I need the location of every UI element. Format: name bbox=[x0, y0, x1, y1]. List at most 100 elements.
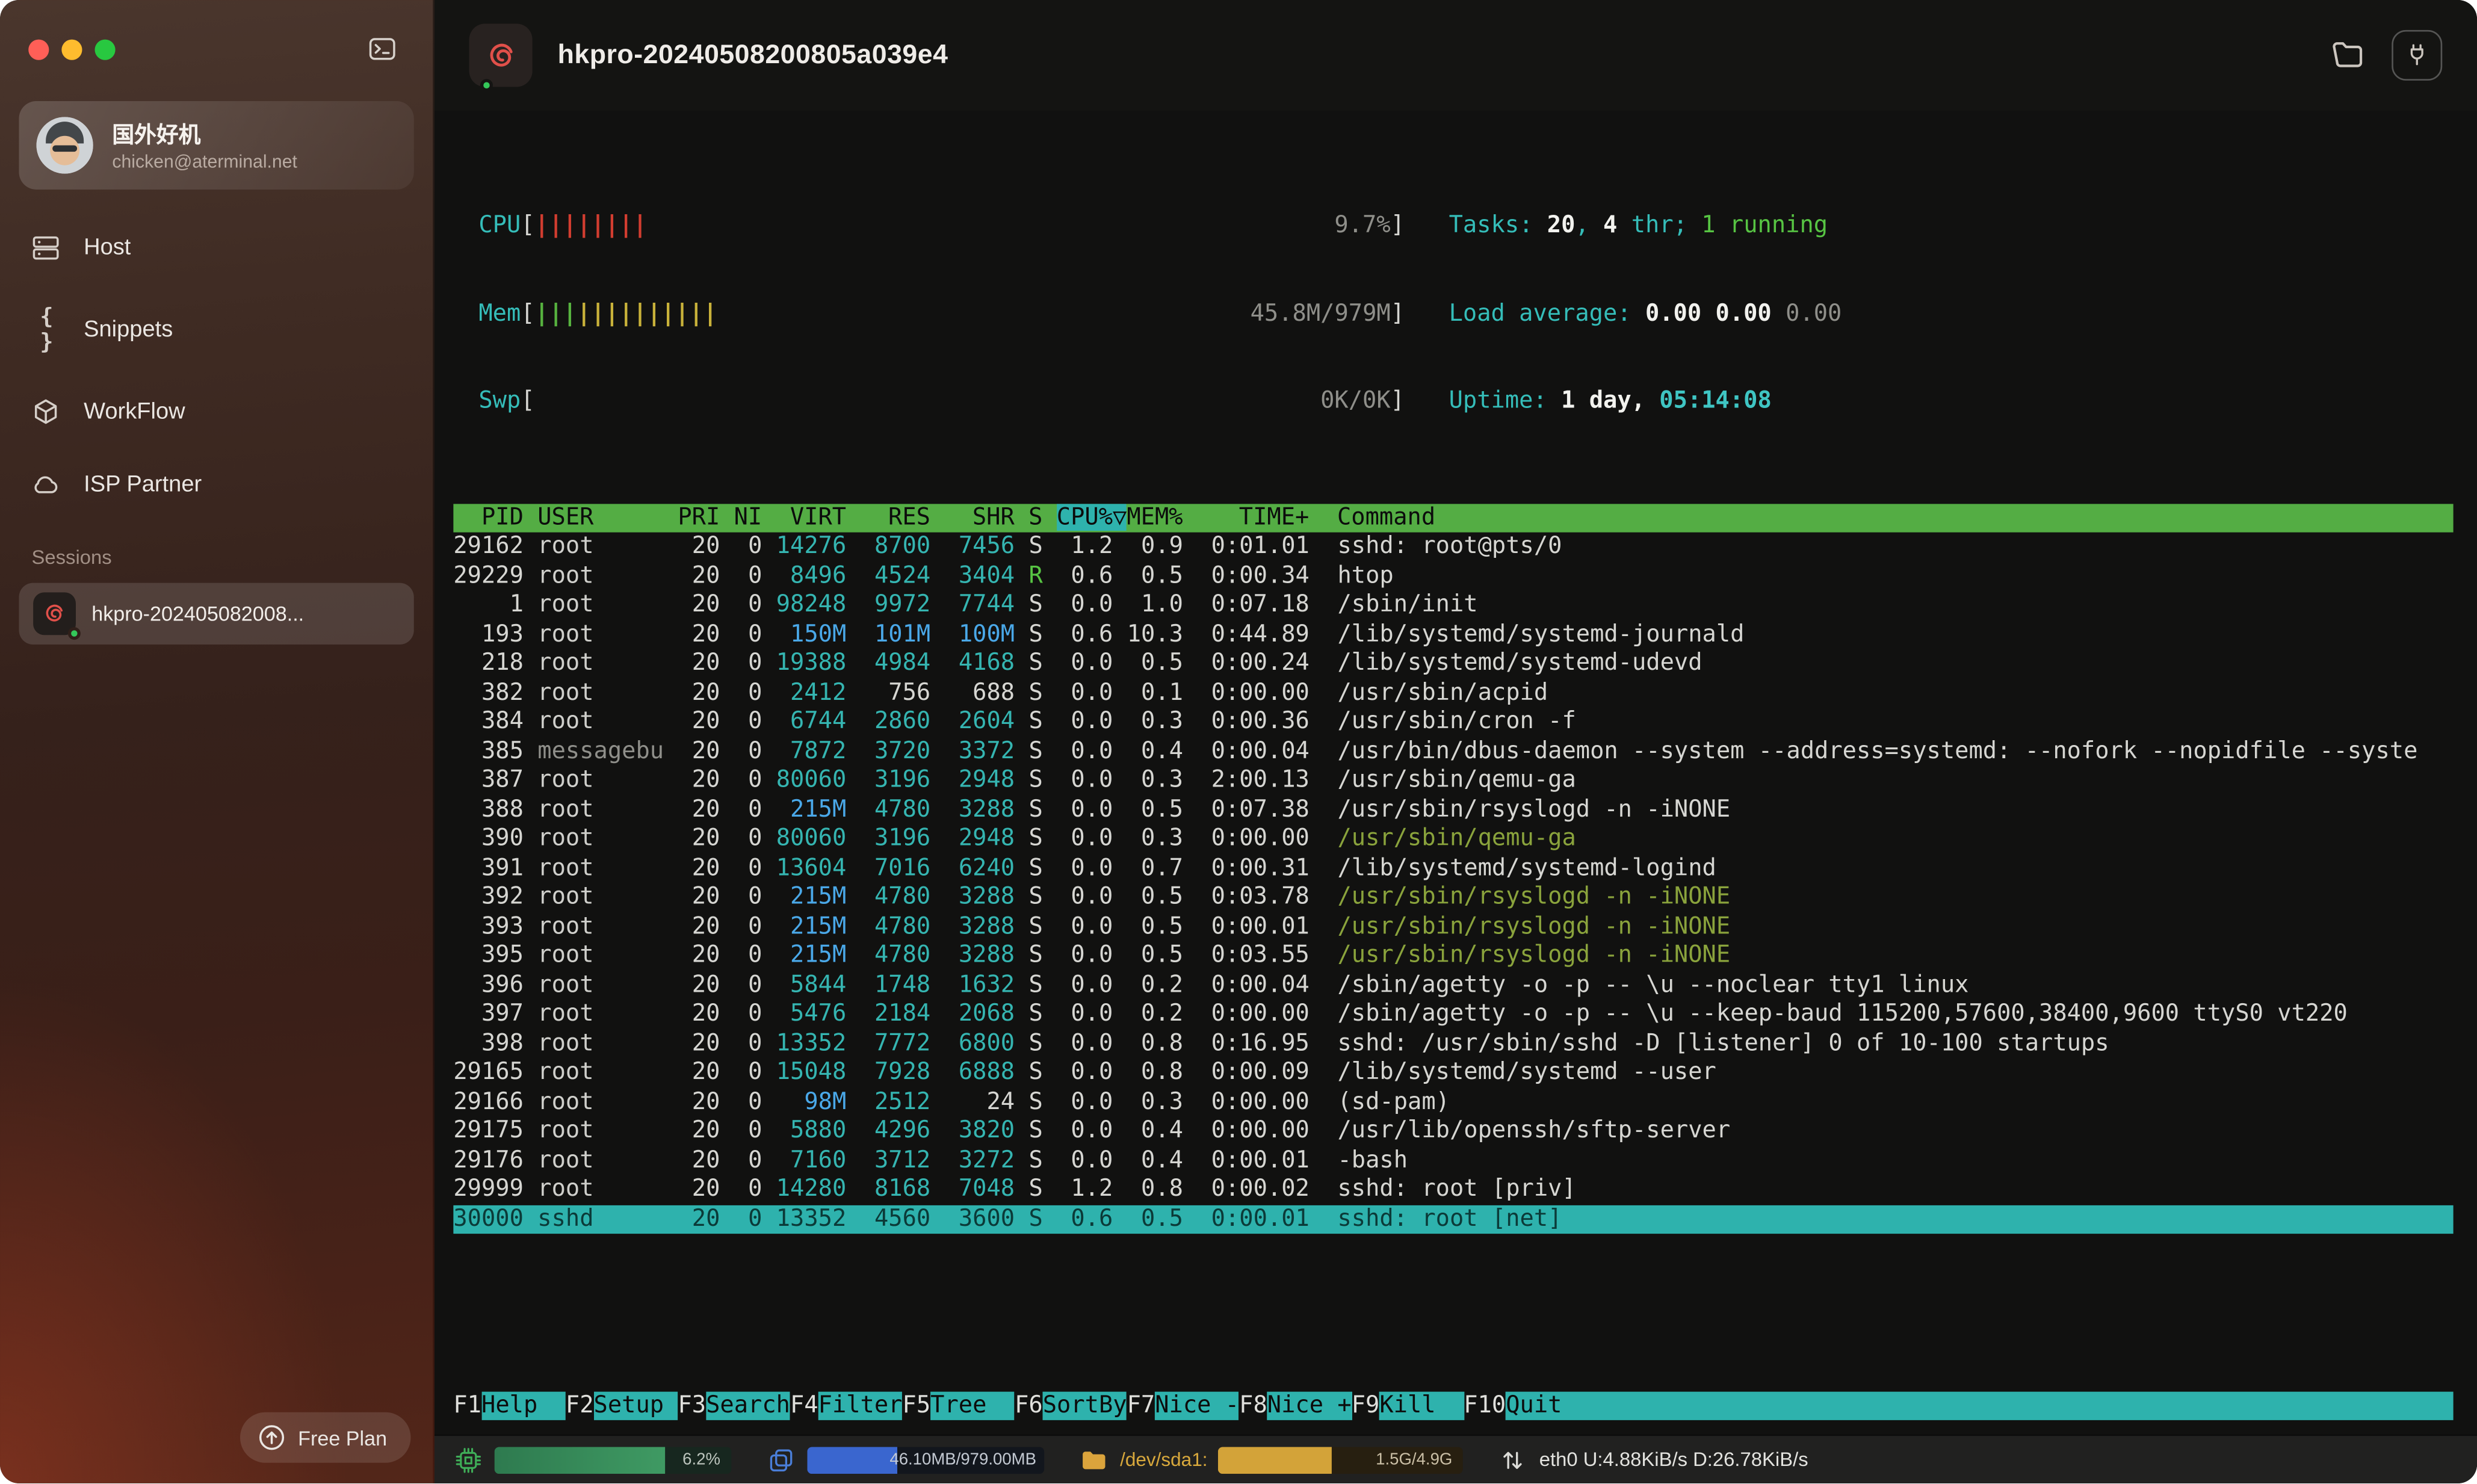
cpu-chip-icon bbox=[453, 1445, 483, 1476]
plan-row: Free Plan bbox=[0, 1413, 433, 1484]
process-row[interactable]: 218 root 20 0 19388 4984 4168 S 0.0 0.5 … bbox=[453, 649, 2453, 679]
terminal[interactable]: CPU[|||||||| 9.7%] Mem[||||||||||||| 45.… bbox=[434, 111, 2477, 1435]
profile-card[interactable]: 国外好机 chicken@aterminal.net bbox=[19, 101, 414, 190]
swap-meter: Swp[ 0K/0K] bbox=[478, 387, 1405, 416]
app-window: 国外好机 chicken@aterminal.net Host Snippets bbox=[0, 0, 2477, 1484]
process-row[interactable]: 29162 root 20 0 14276 8700 7456 S 1.2 0.… bbox=[453, 533, 2453, 562]
memory-usage-fill bbox=[807, 1447, 897, 1474]
debian-icon bbox=[483, 37, 519, 73]
process-row[interactable]: 29166 root 20 0 98M 2512 24 S 0.0 0.3 0:… bbox=[453, 1087, 2453, 1117]
cpu-usage-fill bbox=[495, 1447, 666, 1474]
profile-text: 国外好机 chicken@aterminal.net bbox=[112, 119, 297, 172]
process-row[interactable]: 395 root 20 0 215M 4780 3288 S 0.0 0.5 0… bbox=[453, 942, 2453, 971]
process-row[interactable]: 29175 root 20 0 5880 4296 3820 S 0.0 0.4… bbox=[453, 1117, 2453, 1146]
free-plan-button[interactable]: Free Plan bbox=[240, 1413, 410, 1464]
process-header[interactable]: PID USER PRI NI VIRT RES SHR S CPU%▽MEM%… bbox=[453, 503, 2453, 533]
server-icon bbox=[30, 232, 62, 264]
process-row[interactable]: 387 root 20 0 80060 3196 2948 S 0.0 0.3 … bbox=[453, 766, 2453, 796]
sftp-button[interactable] bbox=[2328, 36, 2366, 74]
debian-icon bbox=[41, 601, 68, 628]
disk-icon bbox=[1079, 1445, 1109, 1476]
memory-icon bbox=[766, 1445, 796, 1476]
new-terminal-button[interactable] bbox=[357, 25, 407, 73]
disconnect-button[interactable] bbox=[2392, 30, 2442, 81]
process-row[interactable]: 382 root 20 0 2412 756 688 S 0.0 0.1 0:0… bbox=[453, 678, 2453, 708]
cpu-usage-bar: 6.2% bbox=[495, 1447, 732, 1474]
tasks-line: Tasks: 20, 4 thr; 1 running bbox=[1449, 212, 1842, 241]
network-usage-value: eth0 U:4.88KiB/s D:26.78KiB/s bbox=[1539, 1449, 1808, 1471]
process-row[interactable]: 398 root 20 0 13352 7772 6800 S 0.0 0.8 … bbox=[453, 1029, 2453, 1059]
minimize-window-button[interactable] bbox=[61, 39, 82, 59]
load-average-line: Load average: 0.00 0.00 0.00 bbox=[1449, 299, 1842, 329]
online-status-dot bbox=[68, 627, 81, 640]
status-bar: 6.2% 46.10MB/979.00MB /dev/sda1: bbox=[434, 1435, 2477, 1484]
sidebar: 国外好机 chicken@aterminal.net Host Snippets bbox=[0, 0, 434, 1484]
sidebar-item-label: Host bbox=[84, 235, 131, 261]
process-row[interactable]: 193 root 20 0 150M 101M 100M S 0.6 10.3 … bbox=[453, 620, 2453, 649]
sidebar-item-label: ISP Partner bbox=[84, 472, 202, 498]
statusbar-network: eth0 U:4.88KiB/s D:26.78KiB/s bbox=[1498, 1445, 1808, 1476]
memory-usage-value: 46.10MB/979.00MB bbox=[889, 1451, 1036, 1470]
process-row[interactable]: 29176 root 20 0 7160 3712 3272 S 0.0 0.4… bbox=[453, 1146, 2453, 1175]
statusbar-memory: 46.10MB/979.00MB bbox=[766, 1445, 1044, 1476]
htop-meters-right: Tasks: 20, 4 thr; 1 running Load average… bbox=[1449, 153, 1842, 475]
sidebar-item-label: Snippets bbox=[84, 318, 173, 343]
session-icon bbox=[33, 592, 76, 635]
process-row[interactable]: 1 root 20 0 98248 9972 7744 S 0.0 1.0 0:… bbox=[453, 591, 2453, 620]
titlebar bbox=[0, 0, 433, 85]
disk-usage-fill bbox=[1219, 1447, 1331, 1474]
uptime-line: Uptime: 1 day, 05:14:08 bbox=[1449, 387, 1842, 416]
htop-meters: CPU[|||||||| 9.7%] Mem[||||||||||||| 45.… bbox=[478, 153, 2453, 475]
sidebar-item-host[interactable]: Host bbox=[0, 212, 433, 285]
process-row[interactable]: 384 root 20 0 6744 2860 2604 S 0.0 0.3 0… bbox=[453, 708, 2453, 737]
process-row[interactable]: 385 messagebu 20 0 7872 3720 3372 S 0.0 … bbox=[453, 737, 2453, 767]
disk-device-label: /dev/sda1: bbox=[1120, 1449, 1207, 1471]
cloud-icon bbox=[30, 469, 62, 501]
plan-label: Free Plan bbox=[298, 1426, 387, 1450]
fn-bar[interactable]: F1Help F2Setup F3SearchF4FilterF5Tree F6… bbox=[453, 1391, 2453, 1421]
zoom-window-button[interactable] bbox=[95, 39, 116, 59]
sidebar-item-workflow[interactable]: WorkFlow bbox=[0, 376, 433, 449]
process-row[interactable]: 393 root 20 0 215M 4780 3288 S 0.0 0.5 0… bbox=[453, 912, 2453, 942]
session-label: hkpro-202405082008... bbox=[91, 602, 304, 625]
process-row[interactable]: 391 root 20 0 13604 7016 6240 S 0.0 0.7 … bbox=[453, 854, 2453, 883]
terminal-blank-area bbox=[453, 1234, 2453, 1391]
disk-usage-bar: 1.5G/4.9G bbox=[1219, 1447, 1464, 1474]
profile-email: chicken@aterminal.net bbox=[112, 152, 297, 172]
terminal-icon bbox=[366, 33, 398, 65]
session-header: hkpro-20240508200805a039e4 bbox=[434, 0, 2477, 111]
network-arrows-icon bbox=[1498, 1445, 1528, 1476]
process-row[interactable]: 397 root 20 0 5476 2184 2068 S 0.0 0.2 0… bbox=[453, 1000, 2453, 1030]
avatar bbox=[36, 117, 93, 174]
cube-icon bbox=[30, 397, 62, 428]
sidebar-spacer bbox=[0, 645, 433, 1413]
process-row[interactable]: 29999 root 20 0 14280 8168 7048 S 1.2 0.… bbox=[453, 1175, 2453, 1205]
cpu-usage-value: 6.2% bbox=[682, 1451, 720, 1470]
cpu-meter: CPU[|||||||| 9.7%] bbox=[478, 212, 1405, 241]
session-title: hkpro-20240508200805a039e4 bbox=[558, 40, 948, 72]
disk-usage-value: 1.5G/4.9G bbox=[1376, 1451, 1452, 1470]
braces-icon bbox=[30, 305, 62, 356]
process-rows: 29162 root 20 0 14276 8700 7456 S 1.2 0.… bbox=[453, 533, 2453, 1234]
statusbar-disk: /dev/sda1: 1.5G/4.9G bbox=[1079, 1445, 1464, 1476]
process-row[interactable]: 390 root 20 0 80060 3196 2948 S 0.0 0.3 … bbox=[453, 824, 2453, 854]
session-item[interactable]: hkpro-202405082008... bbox=[19, 583, 414, 645]
sidebar-item-label: WorkFlow bbox=[84, 400, 185, 425]
online-status-dot bbox=[480, 79, 493, 91]
process-row[interactable]: 29229 root 20 0 8496 4524 3404 R 0.6 0.5… bbox=[453, 561, 2453, 591]
sidebar-item-snippets[interactable]: Snippets bbox=[0, 285, 433, 376]
sidebar-menu: Host Snippets WorkFlow ISP Partner bbox=[0, 196, 433, 522]
header-actions bbox=[2328, 30, 2442, 81]
sidebar-item-isp-partner[interactable]: ISP Partner bbox=[0, 449, 433, 522]
mem-meter: Mem[||||||||||||| 45.8M/979M] bbox=[478, 299, 1405, 329]
close-window-button[interactable] bbox=[28, 39, 49, 59]
plug-icon bbox=[2403, 41, 2431, 69]
process-row[interactable]: 392 root 20 0 215M 4780 3288 S 0.0 0.5 0… bbox=[453, 883, 2453, 912]
folder-icon bbox=[2328, 36, 2366, 74]
process-row[interactable]: 396 root 20 0 5844 1748 1632 S 0.0 0.2 0… bbox=[453, 971, 2453, 1000]
upgrade-arrow-icon bbox=[255, 1423, 287, 1455]
process-row[interactable]: 30000 sshd 20 0 13352 4560 3600 S 0.6 0.… bbox=[453, 1205, 2453, 1234]
process-row[interactable]: 388 root 20 0 215M 4780 3288 S 0.0 0.5 0… bbox=[453, 796, 2453, 825]
process-row[interactable]: 29165 root 20 0 15048 7928 6888 S 0.0 0.… bbox=[453, 1059, 2453, 1088]
session-logo bbox=[469, 23, 533, 87]
